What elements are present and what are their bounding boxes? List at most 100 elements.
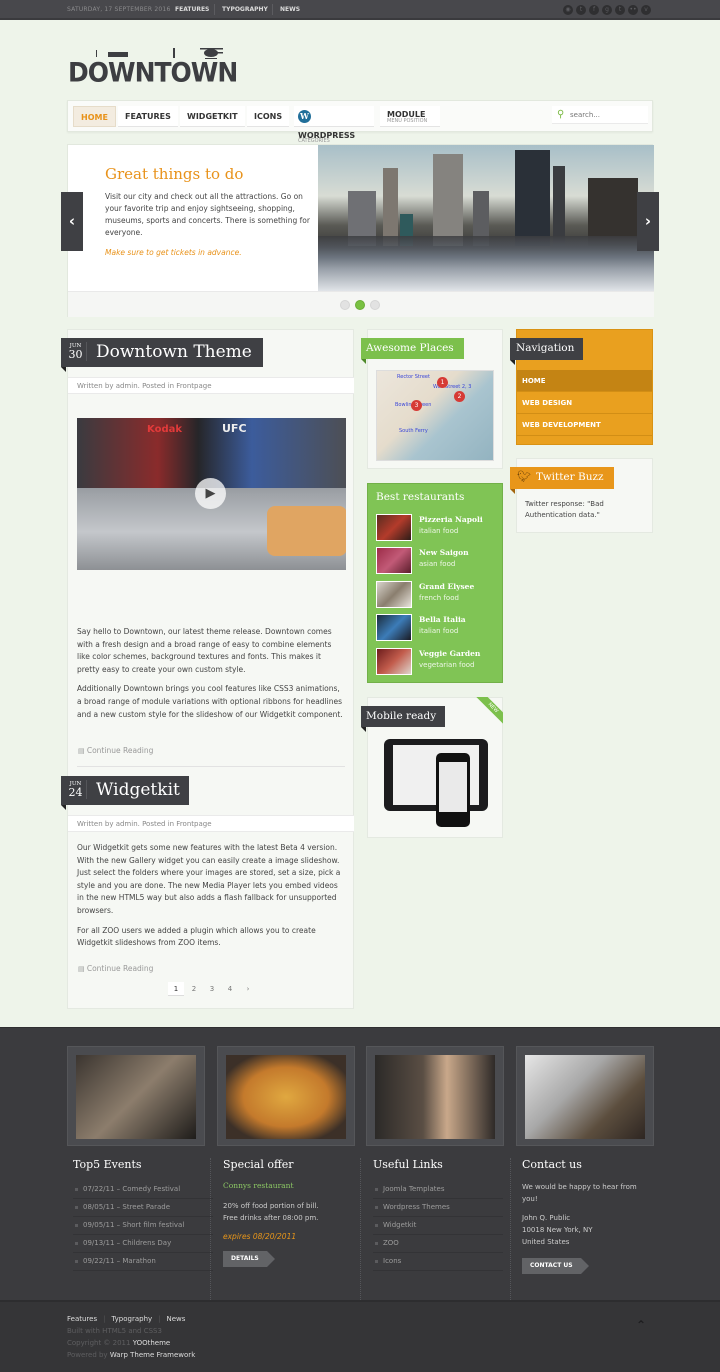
next-page-button[interactable]: › (240, 982, 256, 996)
date-day: 24 (68, 786, 83, 799)
paragraph: Additionally Downtown brings you cool fe… (77, 684, 343, 719)
slide-prev-button[interactable]: ‹ (61, 192, 83, 251)
page-2[interactable]: 2 (186, 982, 202, 996)
top-link-typography[interactable]: TYPOGRAPHY (222, 6, 268, 13)
top-link-features[interactable]: FEATURES (175, 6, 209, 13)
footer-contact: Contact us We would be happy to hear fro… (522, 1158, 642, 1274)
phone-image (436, 753, 470, 827)
play-icon[interactable]: ▶ (195, 478, 226, 509)
facebook-icon[interactable]: f (589, 5, 599, 15)
footer-link[interactable]: ZOO (373, 1235, 503, 1253)
footer-image[interactable] (516, 1046, 654, 1146)
nav-widget-web-design[interactable]: WEB DESIGN (517, 392, 652, 414)
built-with-text: Built with HTML5 and CSS3 (67, 1327, 162, 1335)
bottom-link-typography[interactable]: Typography (111, 1315, 152, 1323)
search-box[interactable]: ⚲ (552, 106, 648, 124)
top-link-news[interactable]: NEWS (280, 6, 300, 13)
nav-widget-web-development[interactable]: WEB DEVELOPMENT (517, 414, 652, 436)
article-title[interactable]: Widgetkit (96, 780, 180, 800)
nav-home[interactable]: HOME (73, 106, 116, 127)
footer-link[interactable]: Wordpress Themes (373, 1199, 503, 1217)
map-marker[interactable]: 1 (437, 377, 448, 388)
footer-image[interactable] (366, 1046, 504, 1146)
restaurant-item[interactable]: New Saigon asian food (376, 547, 500, 575)
article-body: Say hello to Downtown, our latest theme … (77, 626, 345, 721)
slide-next-button[interactable]: › (637, 192, 659, 251)
restaurant-type: italian food (419, 627, 459, 635)
sign: Kodak (147, 424, 182, 435)
footer-image[interactable] (67, 1046, 205, 1146)
continue-reading-link[interactable]: Continue Reading (78, 964, 154, 973)
rss-icon[interactable]: ◉ (563, 5, 573, 15)
slide-note[interactable]: Make sure to get tickets in advance. (105, 247, 315, 259)
video-player[interactable]: Kodak UFC ▶ (77, 418, 346, 570)
restaurant-thumb (376, 514, 412, 541)
restaurant-item[interactable]: Pizzeria Napoli italian food (376, 514, 500, 542)
bottom-links: Features | Typography | News (67, 1315, 191, 1323)
map-marker[interactable]: 3 (411, 400, 422, 411)
paragraph: Say hello to Downtown, our latest theme … (77, 627, 332, 674)
map[interactable]: Rector Street Wall Street 2, 3 Bowling G… (376, 370, 494, 461)
divider: | (103, 1315, 106, 1323)
nav-module[interactable]: MODULE MENU POSITION (380, 106, 440, 127)
contact-us-button[interactable]: CONTACT US (522, 1258, 589, 1274)
nav-widget-home[interactable]: HOME (517, 370, 652, 392)
offer-expiry: expires 08/20/2011 (223, 1232, 297, 1241)
nav-wordpress[interactable]: WWORDPRESS CATEGORIES (294, 106, 374, 144)
footer-link[interactable]: Widgetkit (373, 1217, 503, 1235)
nav-label: HOME (81, 113, 108, 122)
restaurant-name: Grand Elysee (419, 582, 475, 591)
footer-link[interactable]: Joomla Templates (373, 1181, 503, 1199)
restaurant-item[interactable]: Veggie Garden vegetarian food (376, 648, 500, 676)
event-item[interactable]: 09/22/11 – Marathon (73, 1253, 213, 1271)
slide-dot-1[interactable] (340, 300, 350, 310)
event-item[interactable]: 07/22/11 – Comedy Festival (73, 1181, 213, 1199)
slide-text: Visit our city and check out all the att… (105, 192, 310, 237)
nav-features[interactable]: FEATURES (118, 106, 178, 127)
scroll-to-top-icon[interactable]: ⌃ (636, 1318, 646, 1332)
page-3[interactable]: 3 (204, 982, 220, 996)
divider (214, 4, 215, 15)
divider (210, 1158, 211, 1308)
nav-icons[interactable]: ICONS (247, 106, 290, 127)
powered-brand-link[interactable]: Warp Theme Framework (110, 1351, 195, 1359)
slide-caption: Great things to do Visit our city and ch… (105, 165, 315, 259)
google-icon[interactable]: g (602, 5, 612, 15)
bottom-link-features[interactable]: Features (67, 1315, 97, 1323)
nav-widgetkit[interactable]: WIDGETKIT (180, 106, 245, 127)
map-marker[interactable]: 2 (454, 391, 465, 402)
logo[interactable]: DOWNTOWN (68, 46, 238, 88)
copyright-brand-link[interactable]: YOOtheme (133, 1339, 171, 1347)
bottom-link-news[interactable]: News (167, 1315, 186, 1323)
event-item[interactable]: 08/05/11 – Street Parade (73, 1199, 213, 1217)
widget-title: Twitter Buzz (536, 471, 604, 483)
event-item[interactable]: 09/13/11 – Childrens Day (73, 1235, 213, 1253)
details-button[interactable]: DETAILS (223, 1251, 275, 1267)
search-input[interactable] (570, 108, 644, 122)
restaurant-name: Bella Italia (419, 615, 466, 624)
flickr-icon[interactable]: •• (628, 5, 638, 15)
main-content: Written by admin. Posted in Frontpage Ko… (67, 329, 354, 1009)
widget-title-ribbon: Mobile ready (361, 706, 445, 732)
paragraph: Our Widgetkit gets some new features wit… (77, 843, 341, 915)
article-title[interactable]: Downtown Theme (96, 342, 252, 362)
offer-restaurant: Connys restaurant (223, 1181, 294, 1190)
new-badge-label: NEW (475, 697, 503, 725)
restaurant-item[interactable]: Bella Italia italian food (376, 614, 500, 642)
page-1[interactable]: 1 (168, 982, 184, 996)
slide-dot-2[interactable] (355, 300, 365, 310)
twitter-icon[interactable]: t (576, 5, 586, 15)
footer-link[interactable]: Icons (373, 1253, 503, 1271)
page-4[interactable]: 4 (222, 982, 238, 996)
event-item[interactable]: 09/05/11 – Short film festival (73, 1217, 213, 1235)
wordpress-icon: W (298, 110, 311, 123)
restaurant-item[interactable]: Grand Elysee french food (376, 581, 500, 609)
continue-reading-link[interactable]: Continue Reading (78, 746, 154, 755)
vimeo-icon[interactable]: v (641, 5, 651, 15)
footer-image[interactable] (217, 1046, 355, 1146)
slide-dot-3[interactable] (370, 300, 380, 310)
twitter-icon: 🐦︎ (517, 470, 531, 483)
divider (77, 766, 345, 767)
restaurant-thumb (376, 547, 412, 574)
tumblr-icon[interactable]: t (615, 5, 625, 15)
